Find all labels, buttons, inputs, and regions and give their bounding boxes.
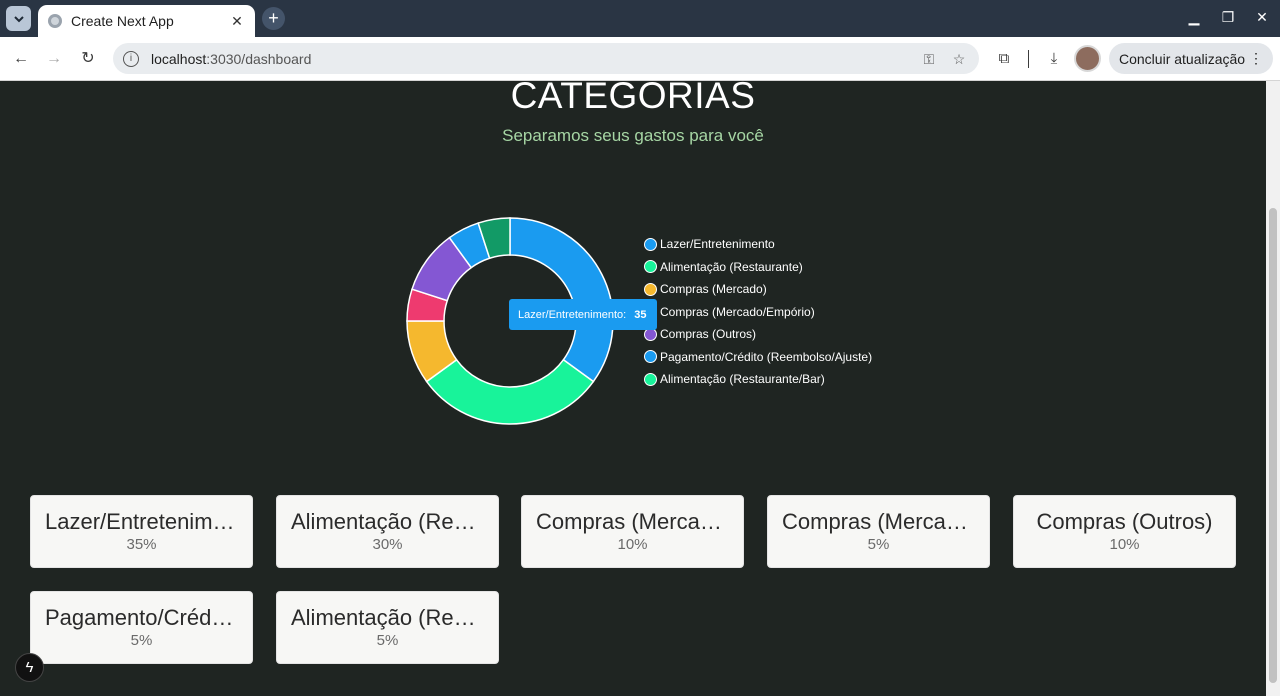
card-percent: 30% (372, 536, 403, 553)
legend-label: Alimentação (Restaurante) (660, 259, 803, 274)
chart-legend: Lazer/Entretenimento Alimentação (Restaur… (644, 233, 872, 391)
legend-item[interactable]: Compras (Outros) (644, 323, 872, 346)
legend-swatch (644, 372, 657, 386)
scrollbar[interactable] (1266, 81, 1280, 696)
update-button[interactable]: Concluir atualização ⋮ (1109, 43, 1273, 74)
restore-icon[interactable]: ❐ (1220, 8, 1236, 26)
legend-swatch (644, 260, 657, 274)
browser-toolbar: ← → ↻ i localhost:3030/dashboard ⚿ ☆ ⧉ ⤓… (0, 37, 1280, 81)
category-card[interactable]: Alimentação (Restaurante/Bar) 5% (276, 591, 499, 664)
card-percent: 35% (126, 536, 157, 553)
update-button-label: Concluir atualização (1119, 50, 1246, 67)
card-title: Compras (Outros) (1036, 509, 1213, 534)
legend-label: Compras (Outros) (660, 327, 757, 342)
star-icon[interactable]: ☆ (949, 49, 969, 69)
page-subtitle: Separamos seus gastos para você (502, 126, 764, 145)
more-vert-icon[interactable]: ⋮ (1249, 50, 1263, 67)
browser-tab[interactable]: Create Next App ✕ (38, 5, 255, 37)
category-card[interactable]: Lazer/Entretenimento 35% (30, 495, 253, 568)
category-card[interactable]: Compras (Mercado) 10% (521, 495, 744, 568)
page-title: CATEGORIAS (510, 81, 756, 116)
chevron-down-icon (13, 15, 24, 22)
globe-icon (48, 14, 62, 28)
card-title: Compras (Mercado) (536, 509, 729, 534)
legend-swatch (644, 282, 657, 296)
close-icon[interactable]: ✕ (229, 13, 245, 30)
legend-label: Alimentação (Restaurante/Bar) (660, 372, 825, 387)
card-title: Pagamento/Crédito (Reembolso/Ajuste) (45, 605, 238, 630)
card-percent: 5% (867, 536, 890, 553)
card-percent: 10% (1109, 536, 1140, 553)
category-card[interactable]: Compras (Outros) 10% (1013, 495, 1236, 568)
download-icon[interactable]: ⤓ (1043, 48, 1065, 70)
legend-label: Pagamento/Crédito (Reembolso/Ajuste) (660, 349, 873, 364)
key-icon[interactable]: ⚿ (919, 49, 939, 69)
chart-tooltip: Lazer/Entretenimento: 35 (509, 299, 657, 330)
legend-item[interactable]: Compras (Mercado/Empório) (644, 301, 872, 324)
legend-swatch (644, 350, 657, 364)
reload-icon[interactable]: ↻ (77, 48, 99, 70)
minimize-icon[interactable]: ▁ (1186, 8, 1202, 26)
legend-item[interactable]: Compras (Mercado) (644, 278, 872, 301)
category-card[interactable]: Alimentação (Restaurante) 30% (276, 495, 499, 568)
tab-strip: Create Next App ✕ + ▁ ❐ ✕ (0, 0, 1280, 37)
tooltip-value: 35 (634, 308, 647, 321)
legend-label: Compras (Mercado/Empório) (660, 304, 815, 319)
card-title: Alimentação (Restaurante/Bar) (291, 605, 484, 630)
next-dev-tools-icon[interactable]: ϟ (15, 653, 44, 682)
category-card[interactable]: Pagamento/Crédito (Reembolso/Ajuste) 5% (30, 591, 253, 664)
url-host: localhost (151, 50, 207, 67)
dashboard-page: CATEGORIAS Separamos seus gastos para vo… (0, 81, 1266, 696)
category-card[interactable]: Compras (Mercado/Empório) 5% (767, 495, 990, 568)
tooltip-label: Lazer/Entretenimento: (518, 308, 627, 321)
legend-item[interactable]: Alimentação (Restaurante/Bar) (644, 368, 872, 391)
url-text: localhost:3030/dashboard (151, 51, 909, 67)
window-close-icon[interactable]: ✕ (1254, 8, 1270, 26)
forward-arrow-icon[interactable]: → (43, 48, 65, 70)
donut-slice[interactable] (425, 358, 595, 425)
legend-label: Compras (Mercado) (660, 282, 767, 297)
site-info-icon[interactable]: i (123, 50, 139, 67)
card-percent: 5% (376, 632, 399, 649)
card-title: Alimentação (Restaurante) (291, 509, 484, 534)
new-tab-button[interactable]: + (262, 7, 285, 30)
tab-title: Create Next App (71, 13, 174, 29)
window-controls: ▁ ❐ ✕ (1186, 8, 1270, 26)
back-arrow-icon[interactable]: ← (10, 48, 32, 70)
legend-label: Lazer/Entretenimento (660, 237, 775, 252)
card-percent: 5% (130, 632, 153, 649)
url-path: :3030/dashboard (206, 50, 312, 67)
address-bar[interactable]: i localhost:3030/dashboard ⚿ ☆ (113, 43, 979, 74)
card-percent: 10% (617, 536, 648, 553)
legend-item[interactable]: Alimentação (Restaurante) (644, 256, 872, 279)
card-title: Lazer/Entretenimento (45, 509, 238, 534)
legend-item[interactable]: Pagamento/Crédito (Reembolso/Ajuste) (644, 346, 872, 369)
avatar[interactable] (1074, 45, 1101, 72)
toolbar-divider (1028, 50, 1029, 68)
extensions-icon[interactable]: ⧉ (993, 48, 1015, 70)
tab-search-button[interactable] (6, 6, 31, 31)
card-title: Compras (Mercado/Empório) (782, 509, 975, 534)
legend-item[interactable]: Lazer/Entretenimento (644, 233, 872, 256)
scrollbar-thumb[interactable] (1269, 208, 1277, 683)
legend-swatch (644, 237, 657, 251)
